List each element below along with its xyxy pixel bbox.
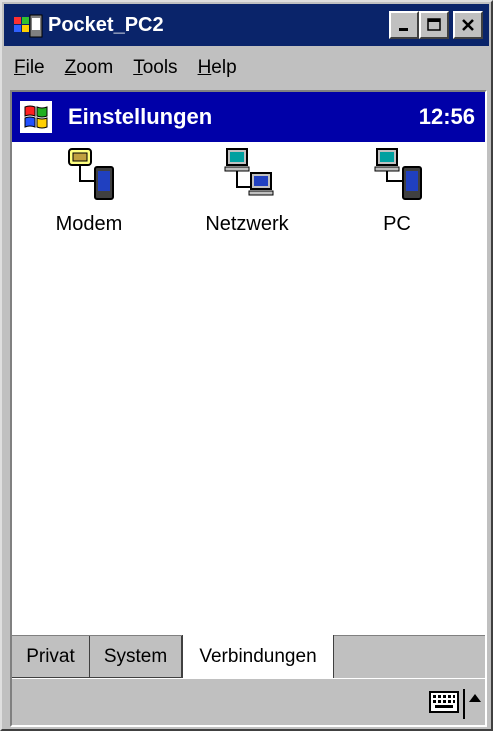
menu-file-accel: F <box>14 57 26 78</box>
pc-label: PC <box>383 213 411 235</box>
network-label: Netzwerk <box>205 213 289 235</box>
nav-clock[interactable]: 12:56 <box>419 104 475 130</box>
connections-icon-grid: Modem Netzwerk PC <box>12 147 485 267</box>
close-icon <box>462 19 474 31</box>
minimize-button[interactable] <box>389 11 419 39</box>
device-screen: Einstellungen 12:56 Modem Netzwerk PC Pr… <box>10 90 487 727</box>
nav-title: Einstellungen <box>68 104 213 129</box>
menu-tools[interactable]: Tools <box>133 57 177 79</box>
sip-divider <box>463 689 465 719</box>
network-icon <box>224 148 274 196</box>
menu-help[interactable]: Help <box>198 57 237 79</box>
emulator-window: Pocket_PC2 File Zoom Tools Help Einstell… <box>0 0 493 731</box>
minimize-icon <box>399 28 408 31</box>
pc-item[interactable]: PC <box>327 147 467 236</box>
windows-flag-icon[interactable] <box>16 97 56 137</box>
menu-help-accel: H <box>197 57 212 78</box>
tab-privat-label: Privat <box>26 645 75 667</box>
tab-system-label: System <box>103 645 168 667</box>
menu-help-rest: elp <box>211 57 237 78</box>
menu-zoom[interactable]: Zoom <box>65 57 114 79</box>
menu-zoom-accel: Z <box>64 57 77 78</box>
modem-item[interactable]: Modem <box>19 147 159 236</box>
menu-tools-rest: ools <box>142 57 178 78</box>
maximize-button[interactable] <box>419 11 449 39</box>
keyboard-icon[interactable] <box>429 691 459 713</box>
modem-label: Modem <box>55 213 123 235</box>
navigation-bar: Einstellungen 12:56 <box>12 92 485 142</box>
tab-privat[interactable]: Privat <box>12 636 90 678</box>
modem-icon <box>68 148 114 200</box>
window-title: Pocket_PC2 <box>48 13 164 36</box>
menu-file-rest: ile <box>25 57 45 78</box>
tab-strip-filler <box>334 636 485 678</box>
menu-tools-accel: T <box>133 57 143 78</box>
menu-zoom-rest: oom <box>76 57 114 78</box>
maximize-icon <box>427 18 441 31</box>
tab-strip: Privat System Verbindungen <box>12 635 485 678</box>
pc-sync-icon <box>374 148 422 200</box>
close-button[interactable] <box>453 11 483 39</box>
pocket-pc-app-icon <box>14 14 43 38</box>
tab-verbindungen-label: Verbindungen <box>199 645 317 667</box>
tab-verbindungen[interactable]: Verbindungen <box>182 635 334 678</box>
title-bar[interactable]: Pocket_PC2 <box>4 4 489 46</box>
menu-bar: File Zoom Tools Help <box>4 48 489 88</box>
network-item[interactable]: Netzwerk <box>177 147 317 236</box>
tab-system[interactable]: System <box>90 636 182 678</box>
sip-up-arrow-icon[interactable] <box>469 694 481 702</box>
menu-file[interactable]: File <box>14 57 45 79</box>
command-bar <box>12 678 485 725</box>
